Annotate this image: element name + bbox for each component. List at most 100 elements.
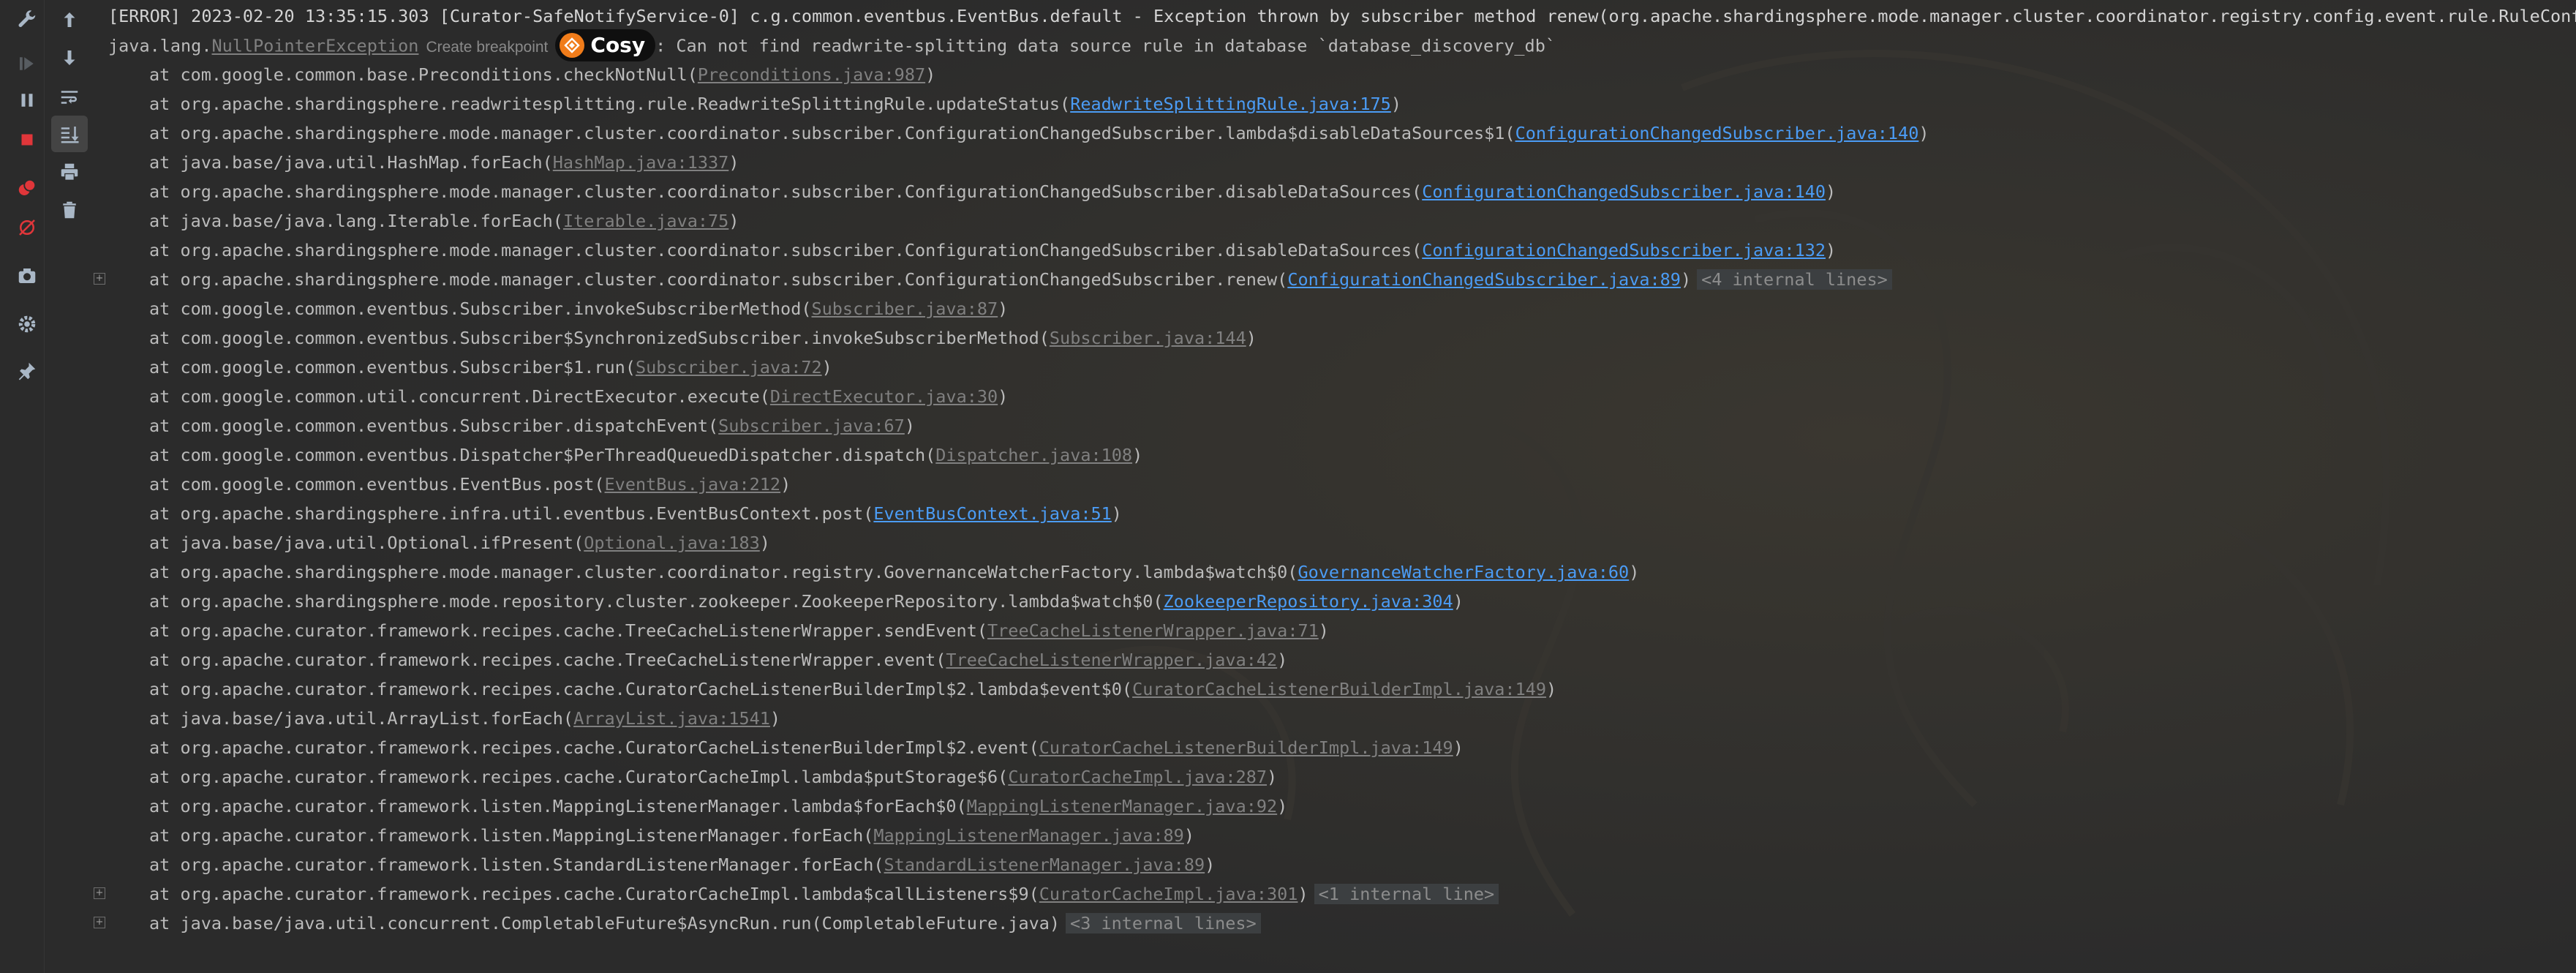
frame-method: at com.google.common.eventbus.Subscriber… bbox=[149, 357, 636, 377]
view-breakpoints-icon[interactable] bbox=[9, 170, 45, 206]
frame-suffix: ) bbox=[1132, 445, 1143, 465]
frame-suffix: ) bbox=[780, 474, 791, 495]
frame-method: at java.base/java.util.HashMap.forEach( bbox=[149, 152, 553, 173]
source-link[interactable]: EventBus.java:212 bbox=[605, 474, 781, 495]
exception-prefix: java.lang. bbox=[108, 35, 212, 56]
soft-wrap-icon[interactable] bbox=[51, 79, 88, 116]
frame-method: at org.apache.shardingsphere.mode.manage… bbox=[149, 269, 1288, 290]
source-link[interactable]: Subscriber.java:87 bbox=[811, 298, 998, 319]
source-link[interactable]: Subscriber.java:72 bbox=[636, 357, 822, 377]
frame-method: at org.apache.shardingsphere.mode.reposi… bbox=[149, 591, 1164, 612]
frame-suffix: ) bbox=[925, 64, 936, 85]
cosy-badge[interactable]: Cosy bbox=[555, 29, 656, 61]
source-link[interactable]: ConfigurationChangedSubscriber.java:140 bbox=[1515, 123, 1919, 143]
stack-frame: at java.base/java.util.concurrent.Comple… bbox=[149, 909, 1261, 938]
frame-method: at org.apache.curator.framework.recipes.… bbox=[149, 620, 988, 641]
console-output[interactable]: [ERROR] 2023-02-20 13:35:15.303 [Curator… bbox=[108, 0, 2576, 973]
source-link[interactable]: ReadwriteSplittingRule.java:175 bbox=[1070, 94, 1391, 114]
frame-method: at org.apache.shardingsphere.infra.util.… bbox=[149, 503, 874, 524]
create-breakpoint-link[interactable]: Create breakpoint bbox=[426, 39, 548, 56]
frame-method: at java.base/java.util.Optional.ifPresen… bbox=[149, 533, 584, 553]
source-link[interactable]: EventBusContext.java:51 bbox=[873, 503, 1111, 524]
arrow-up-icon[interactable] bbox=[51, 1, 88, 38]
cosy-logo-icon bbox=[560, 33, 585, 58]
screenshot-camera-icon[interactable] bbox=[9, 258, 45, 294]
source-link[interactable]: CuratorCacheImpl.java:287 bbox=[1008, 767, 1267, 787]
internal-lines-fold[interactable]: <1 internal line> bbox=[1314, 884, 1499, 904]
pause-icon[interactable] bbox=[9, 82, 45, 119]
source-link[interactable]: Dispatcher.java:108 bbox=[935, 445, 1132, 465]
frame-method: at java.base/java.lang.Iterable.forEach( bbox=[149, 211, 563, 231]
stack-frame: at org.apache.shardingsphere.mode.manage… bbox=[149, 236, 1836, 265]
frame-suffix: ) bbox=[1111, 503, 1122, 524]
source-link[interactable]: MappingListenerManager.java:89 bbox=[873, 825, 1183, 846]
source-link[interactable]: TreeCacheListenerWrapper.java:71 bbox=[987, 620, 1319, 641]
source-link[interactable]: DirectExecutor.java:30 bbox=[770, 386, 998, 407]
source-link[interactable]: ConfigurationChangedSubscriber.java:132 bbox=[1422, 240, 1826, 260]
frame-method: at org.apache.curator.framework.listen.M… bbox=[149, 825, 874, 846]
exception-message: : Can not find readwrite-splitting data … bbox=[655, 35, 1556, 56]
stack-frame: at org.apache.curator.framework.recipes.… bbox=[149, 645, 1287, 675]
source-link[interactable]: Subscriber.java:67 bbox=[718, 416, 905, 436]
gear-icon[interactable] bbox=[9, 306, 45, 342]
frame-suffix: ) bbox=[769, 708, 781, 729]
pin-icon[interactable] bbox=[9, 353, 45, 389]
source-link[interactable]: GovernanceWatcherFactory.java:60 bbox=[1298, 562, 1629, 582]
arrow-down-icon[interactable] bbox=[51, 40, 88, 76]
frame-suffix: ) bbox=[904, 416, 915, 436]
fold-expand-icon[interactable]: + bbox=[94, 887, 105, 899]
frame-suffix: ) bbox=[1183, 825, 1194, 846]
rerun-icon[interactable] bbox=[9, 45, 45, 82]
source-link[interactable]: CuratorCacheImpl.java:301 bbox=[1039, 884, 1298, 904]
source-link[interactable]: ZookeeperRepository.java:304 bbox=[1164, 591, 1453, 612]
internal-lines-fold[interactable]: <3 internal lines> bbox=[1066, 913, 1261, 933]
source-link[interactable]: ConfigurationChangedSubscriber.java:140 bbox=[1422, 181, 1826, 202]
frame-method: at com.google.common.eventbus.Subscriber… bbox=[149, 416, 719, 436]
trash-icon[interactable] bbox=[51, 192, 88, 228]
scroll-to-end-icon[interactable] bbox=[51, 116, 88, 152]
frame-suffix: ) bbox=[1918, 123, 1929, 143]
source-link[interactable]: TreeCacheListenerWrapper.java:42 bbox=[946, 650, 1277, 670]
source-link[interactable]: Iterable.java:75 bbox=[563, 211, 728, 231]
frame-suffix: ) bbox=[1546, 679, 1557, 699]
stack-frame: at org.apache.shardingsphere.readwritesp… bbox=[149, 89, 1401, 119]
source-link[interactable]: HashMap.java:1337 bbox=[553, 152, 729, 173]
source-link[interactable]: ConfigurationChangedSubscriber.java:89 bbox=[1287, 269, 1681, 290]
stack-frame: at org.apache.shardingsphere.mode.manage… bbox=[149, 557, 1639, 587]
stack-frame: at com.google.common.eventbus.Subscriber… bbox=[149, 353, 832, 382]
frame-suffix: ) bbox=[1453, 737, 1464, 758]
source-link[interactable]: MappingListenerManager.java:92 bbox=[967, 796, 1277, 816]
stack-frame: at org.apache.curator.framework.listen.S… bbox=[149, 850, 1215, 879]
frame-method: at org.apache.curator.framework.listen.S… bbox=[149, 854, 884, 875]
internal-lines-fold[interactable]: <4 internal lines> bbox=[1697, 269, 1892, 290]
stack-frame: at com.google.common.eventbus.Dispatcher… bbox=[149, 440, 1142, 470]
frame-suffix: ) bbox=[1680, 269, 1692, 290]
frame-suffix: ) bbox=[728, 152, 739, 173]
stack-frame: at com.google.common.eventbus.Subscriber… bbox=[149, 411, 915, 440]
settings-wrench-icon[interactable] bbox=[9, 1, 45, 38]
source-link[interactable]: ArrayList.java:1541 bbox=[573, 708, 770, 729]
frame-suffix: ) bbox=[1205, 854, 1216, 875]
source-link[interactable]: Preconditions.java:987 bbox=[698, 64, 925, 85]
stop-icon[interactable] bbox=[9, 121, 45, 158]
frame-method: at org.apache.shardingsphere.mode.manage… bbox=[149, 240, 1423, 260]
frame-method: at com.google.common.eventbus.Subscriber… bbox=[149, 298, 812, 319]
frame-suffix: ) bbox=[1826, 181, 1837, 202]
stack-frame: at com.google.common.eventbus.EventBus.p… bbox=[149, 470, 791, 499]
source-link[interactable]: Optional.java:183 bbox=[584, 533, 760, 553]
stack-frame: at org.apache.shardingsphere.infra.util.… bbox=[149, 499, 1122, 528]
source-link[interactable]: Subscriber.java:144 bbox=[1050, 328, 1246, 348]
exception-class-link[interactable]: NullPointerException bbox=[211, 36, 418, 56]
source-link[interactable]: CuratorCacheListenerBuilderImpl.java:149 bbox=[1039, 737, 1453, 758]
frame-suffix: ) bbox=[1267, 767, 1278, 787]
stack-frame: at org.apache.shardingsphere.mode.reposi… bbox=[149, 587, 1464, 616]
frame-suffix: ) bbox=[998, 386, 1009, 407]
print-icon[interactable] bbox=[51, 154, 88, 190]
source-link[interactable]: StandardListenerManager.java:89 bbox=[884, 854, 1205, 875]
frame-method: at org.apache.shardingsphere.mode.manage… bbox=[149, 181, 1423, 202]
mute-breakpoints-icon[interactable] bbox=[9, 209, 45, 246]
frame-method: at org.apache.shardingsphere.mode.manage… bbox=[149, 123, 1515, 143]
fold-expand-icon[interactable]: + bbox=[94, 917, 105, 928]
fold-expand-icon[interactable]: + bbox=[94, 273, 105, 285]
source-link[interactable]: CuratorCacheListenerBuilderImpl.java:149 bbox=[1132, 679, 1546, 699]
